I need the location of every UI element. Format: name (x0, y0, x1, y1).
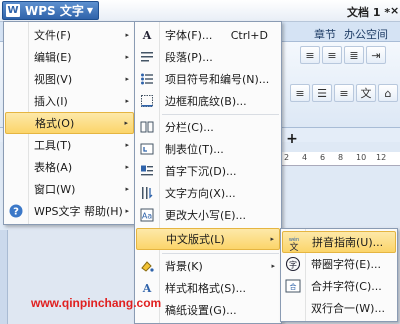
enclose-ribbon-icon[interactable]: ⌂ (378, 84, 398, 102)
title-bar: W WPS 文字 ▼ 文档 1 * × (0, 0, 400, 22)
menu-item-font[interactable]: A 字体(F)... Ctrl+D (136, 24, 280, 46)
svg-text:合: 合 (290, 282, 297, 291)
tab-chapter[interactable]: 章节 (314, 26, 336, 42)
document-title: 文档 1 * (347, 6, 391, 19)
svg-text:Aa: Aa (142, 212, 152, 221)
bullets-icon (139, 71, 155, 87)
arrow-right-icon: ▸ (271, 262, 275, 270)
menu-item-window[interactable]: 窗口(W) ▸ (5, 178, 134, 200)
menu-item-edit[interactable]: 编辑(E) ▸ (5, 46, 134, 68)
horizontal-ruler[interactable]: 2 4 6 8 10 12 (280, 152, 400, 166)
tabstop-icon (139, 141, 155, 157)
dropcap-icon (139, 163, 155, 179)
vertical-ruler (0, 230, 8, 324)
arrow-right-icon: ▸ (125, 163, 129, 171)
ribbon-tool-button[interactable]: ≡ (322, 46, 342, 64)
menu-item-insert[interactable]: 插入(I) ▸ (5, 90, 134, 112)
arrow-right-icon: ▸ (125, 53, 129, 61)
font-icon: A (142, 28, 152, 42)
combine-chars-icon: 合 (285, 278, 301, 294)
shortcut-label: Ctrl+D (230, 28, 268, 42)
enclosed-char-icon: 字 (285, 256, 301, 272)
ribbon-tool-button[interactable]: ≡ (300, 46, 320, 64)
menu-separator (162, 114, 279, 115)
ruler-tick-label: 2 (284, 153, 290, 162)
svg-text:文: 文 (289, 241, 298, 251)
columns-icon (139, 119, 155, 135)
styles-icon: A (142, 281, 152, 295)
menu-item-table[interactable]: 表格(A) ▸ (5, 156, 134, 178)
arrow-right-icon: ▸ (125, 185, 129, 193)
pinyin-guide-ribbon-icon[interactable]: 文 (356, 84, 376, 102)
background-icon (139, 258, 155, 274)
ruler-tick-label: 4 (302, 153, 308, 162)
menu-item-borders[interactable]: 边框和底纹(B)... (136, 90, 280, 112)
arrow-right-icon: ▸ (125, 207, 129, 215)
menu-item-chinese-layout[interactable]: 中文版式(L) ▸ (136, 228, 280, 250)
arrow-right-icon: ▸ (125, 31, 129, 39)
app-menu-button[interactable]: W WPS 文字 ▼ (2, 1, 99, 20)
ruler-tick-label: 8 (338, 153, 344, 162)
menu-item-enclosed-char[interactable]: 字 带圈字符(E)... (282, 253, 396, 275)
menu-item-file[interactable]: 文件(F) ▸ (5, 24, 134, 46)
help-icon: ? (8, 203, 24, 219)
menu-item-change-case[interactable]: Aa 更改大小写(E)... (136, 204, 280, 226)
arrow-right-icon: ▸ (125, 97, 129, 105)
ribbon-tool-button[interactable]: ≣ (344, 46, 364, 64)
menu-item-tabstops[interactable]: 制表位(T)... (136, 138, 280, 160)
arrow-right-icon: ▸ (125, 141, 129, 149)
menu-item-two-lines-in-one[interactable]: 双行合一(W)... (282, 297, 396, 319)
arrow-right-icon: ▸ (125, 75, 129, 83)
align-right-button[interactable]: ≡ (334, 84, 354, 102)
align-left-button[interactable]: ≡ (290, 84, 310, 102)
menu-item-columns[interactable]: 分栏(C)... (136, 116, 280, 138)
svg-text:wén: wén (289, 236, 299, 243)
tab-office-space[interactable]: 办公空间 (344, 26, 388, 42)
change-case-icon: Aa (139, 207, 155, 223)
menu-separator (162, 253, 279, 254)
ruler-tick-label: 6 (320, 153, 326, 162)
menu-item-background[interactable]: 背景(K) ▸ (136, 255, 280, 277)
arrow-right-icon: ▸ (124, 119, 128, 127)
arrow-right-icon: ▸ (270, 235, 274, 243)
menu-item-pinyin-guide[interactable]: wén 文 拼音指南(U)... (282, 231, 396, 253)
ruler-tick-label: 12 (376, 153, 387, 162)
menu-item-dropcap[interactable]: 首字下沉(D)... (136, 160, 280, 182)
menu-item-text-direction[interactable]: 文字方向(X)... (136, 182, 280, 204)
chevron-down-icon: ▼ (86, 6, 93, 15)
menu-item-view[interactable]: 视图(V) ▸ (5, 68, 134, 90)
menu-item-combine-chars[interactable]: 合 合并字符(C)... (282, 275, 396, 297)
ribbon-tool-button[interactable]: ⇥ (366, 46, 386, 64)
paragraph-icon (139, 49, 155, 65)
watermark-text: www.qinpinchang.com (31, 296, 162, 310)
close-document-button[interactable]: × (390, 4, 399, 17)
menu-item-tools[interactable]: 工具(T) ▸ (5, 134, 134, 156)
app-main-menu: 文件(F) ▸ 编辑(E) ▸ 视图(V) ▸ 插入(I) ▸ 格式(O) ▸ 工具(T)… (3, 21, 136, 225)
text-direction-icon (139, 185, 155, 201)
svg-text:字: 字 (289, 260, 297, 270)
borders-icon (139, 93, 155, 109)
wps-logo-icon: W (6, 4, 20, 17)
add-button[interactable]: + (282, 130, 302, 148)
align-center-button[interactable]: ☰ (312, 84, 332, 102)
format-menu: A 字体(F)... Ctrl+D 段落(P)... 项目符号和编号(N)...… (134, 21, 282, 324)
ruler-tick-label: 10 (356, 153, 367, 162)
menu-item-bullets[interactable]: 项目符号和编号(N)... (136, 68, 280, 90)
menu-item-help[interactable]: ? WPS文字 帮助(H) ▸ (5, 200, 134, 222)
svg-text:?: ? (13, 207, 19, 218)
app-name: WPS 文字 (25, 4, 84, 18)
pinyin-icon: wén 文 (286, 235, 302, 251)
menu-item-format[interactable]: 格式(O) ▸ (5, 112, 134, 134)
chinese-layout-menu: wén 文 拼音指南(U)... 字 带圈字符(E)... 合 合并字符(C)..… (280, 228, 398, 322)
menu-item-paragraph[interactable]: 段落(P)... (136, 46, 280, 68)
